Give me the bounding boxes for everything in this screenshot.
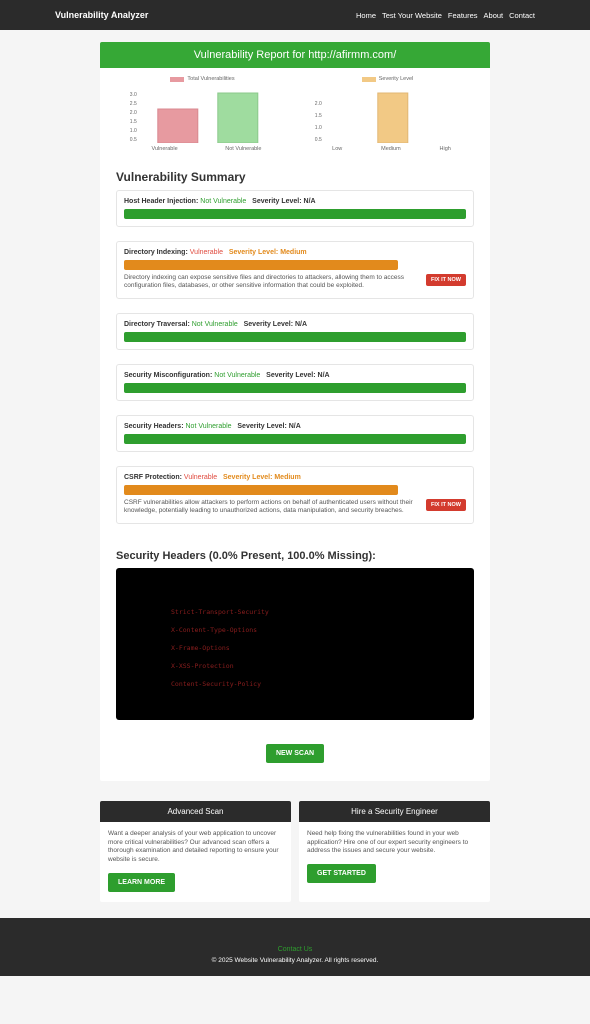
vuln-name: Directory Traversal: bbox=[124, 321, 190, 328]
vuln-sev: Severity Level: Medium bbox=[229, 249, 307, 256]
nav-test[interactable]: Test Your Website bbox=[382, 11, 442, 20]
severity-bar bbox=[124, 485, 398, 495]
vuln-name: CSRF Protection: bbox=[124, 474, 182, 481]
promo-hire-engineer: Hire a Security Engineer Need help fixin… bbox=[299, 801, 490, 902]
svg-text:0.5: 0.5 bbox=[315, 137, 322, 143]
svg-text:1.5: 1.5 bbox=[315, 113, 322, 119]
headers-terminal: Strict-Transport-Security X-Content-Type… bbox=[116, 568, 474, 720]
footer-copyright: © 2025 Website Vulnerability Analyzer. A… bbox=[0, 957, 590, 964]
vuln-sev: Severity Level: N/A bbox=[237, 423, 300, 430]
tick-med: Medium bbox=[381, 146, 401, 152]
vuln-status: Not Vulnerable bbox=[192, 321, 238, 328]
legend-label: Severity Level bbox=[379, 76, 414, 82]
vuln-sev: Severity Level: N/A bbox=[266, 372, 329, 379]
header-line: X-Frame-Options bbox=[171, 644, 419, 652]
vuln-card-directory-traversal: Directory Traversal: Not Vulnerable Seve… bbox=[116, 313, 474, 350]
severity-bar bbox=[124, 260, 398, 270]
footer: Contact Us © 2025 Website Vulnerability … bbox=[0, 918, 590, 976]
summary-title: Vulnerability Summary bbox=[116, 170, 474, 184]
nav-contact[interactable]: Contact bbox=[509, 11, 535, 20]
vuln-name: Security Headers: bbox=[124, 423, 184, 430]
svg-text:2.5: 2.5 bbox=[130, 101, 137, 107]
vuln-status: Vulnerable bbox=[184, 474, 217, 481]
headers-title: Security Headers (0.0% Present, 100.0% M… bbox=[116, 550, 474, 562]
nav-about[interactable]: About bbox=[484, 11, 504, 20]
svg-text:2.0: 2.0 bbox=[130, 110, 137, 116]
legend-label: Total Vulnerabilities bbox=[187, 76, 234, 82]
vuln-name: Host Header Injection: bbox=[124, 198, 198, 205]
tick-vuln: Vulnerable bbox=[152, 146, 178, 152]
learn-more-button[interactable]: LEARN MORE bbox=[108, 873, 175, 892]
legend-swatch bbox=[362, 77, 376, 82]
svg-text:0.5: 0.5 bbox=[130, 137, 137, 143]
tick-low: Low bbox=[332, 146, 342, 152]
header-line: X-XSS-Protection bbox=[171, 662, 419, 670]
tick-notvuln: Not Vulnerable bbox=[225, 146, 261, 152]
vuln-sev: Severity Level: N/A bbox=[252, 198, 315, 205]
nav-home[interactable]: Home bbox=[356, 11, 376, 20]
navbar: Vulnerability Analyzer Home Test Your We… bbox=[0, 0, 590, 30]
nav-features[interactable]: Features bbox=[448, 11, 478, 20]
vuln-status: Not Vulnerable bbox=[214, 372, 260, 379]
vuln-card-host-header: Host Header Injection: Not Vulnerable Se… bbox=[116, 190, 474, 227]
fix-it-button[interactable]: FIX IT NOW bbox=[426, 274, 466, 286]
vuln-name: Directory Indexing: bbox=[124, 249, 188, 256]
tick-high: High bbox=[440, 146, 451, 152]
report-title: Vulnerability Report for http://afirmm.c… bbox=[100, 42, 490, 68]
severity-bar bbox=[124, 332, 466, 342]
vuln-card-security-headers: Security Headers: Not Vulnerable Severit… bbox=[116, 415, 474, 452]
get-started-button[interactable]: GET STARTED bbox=[307, 864, 376, 883]
vuln-name: Security Misconfiguration: bbox=[124, 372, 212, 379]
chart-svg-2: 0.5 1.0 1.5 2.0 bbox=[299, 85, 477, 143]
promo-row: Advanced Scan Want a deeper analysis of … bbox=[100, 801, 490, 902]
promo-advanced-scan: Advanced Scan Want a deeper analysis of … bbox=[100, 801, 291, 902]
promo-title: Hire a Security Engineer bbox=[299, 801, 490, 822]
new-scan-row: NEW SCAN bbox=[100, 732, 490, 781]
vuln-sev: Severity Level: Medium bbox=[223, 474, 301, 481]
chart-severity: Severity Level 0.5 1.0 1.5 2.0 Low Mediu… bbox=[299, 76, 477, 152]
vuln-status: Not Vulnerable bbox=[200, 198, 246, 205]
severity-bar bbox=[124, 209, 466, 219]
vuln-sev: Severity Level: N/A bbox=[244, 321, 307, 328]
header-line: Strict-Transport-Security bbox=[171, 608, 419, 616]
svg-text:1.0: 1.0 bbox=[130, 128, 137, 134]
report-panel: Vulnerability Report for http://afirmm.c… bbox=[100, 42, 490, 781]
promo-body: Need help fixing the vulnerabilities fou… bbox=[307, 830, 482, 856]
svg-text:3.0: 3.0 bbox=[130, 92, 137, 98]
vuln-card-directory-indexing: Directory Indexing: Vulnerable Severity … bbox=[116, 241, 474, 299]
legend-swatch bbox=[170, 77, 184, 82]
svg-text:1.5: 1.5 bbox=[130, 119, 137, 125]
vuln-card-csrf: CSRF Protection: Vulnerable Severity Lev… bbox=[116, 466, 474, 524]
vuln-desc: Directory indexing can expose sensitive … bbox=[124, 274, 420, 291]
vuln-status: Not Vulnerable bbox=[186, 423, 232, 430]
chart-svg-1: 0.5 1.0 1.5 2.0 2.5 3.0 bbox=[114, 85, 292, 143]
vuln-desc: CSRF vulnerabilities allow attackers to … bbox=[124, 499, 420, 516]
fix-it-button[interactable]: FIX IT NOW bbox=[426, 499, 466, 511]
new-scan-button[interactable]: NEW SCAN bbox=[266, 744, 324, 763]
header-line: X-Content-Type-Options bbox=[171, 626, 419, 634]
chart-total-vulns: Total Vulnerabilities 0.5 1.0 1.5 2.0 2.… bbox=[114, 76, 292, 152]
vuln-status: Vulnerable bbox=[190, 249, 223, 256]
footer-contact[interactable]: Contact Us bbox=[0, 946, 590, 953]
severity-bar bbox=[124, 434, 466, 444]
brand[interactable]: Vulnerability Analyzer bbox=[55, 10, 148, 20]
promo-title: Advanced Scan bbox=[100, 801, 291, 822]
header-line: Content-Security-Policy bbox=[171, 680, 419, 688]
severity-bar bbox=[124, 383, 466, 393]
charts-row: Total Vulnerabilities 0.5 1.0 1.5 2.0 2.… bbox=[100, 68, 490, 160]
nav-links: Home Test Your Website Features About Co… bbox=[356, 11, 535, 20]
vuln-card-security-misconfig: Security Misconfiguration: Not Vulnerabl… bbox=[116, 364, 474, 401]
promo-body: Want a deeper analysis of your web appli… bbox=[108, 830, 283, 865]
summary-section: Vulnerability Summary Host Header Inject… bbox=[100, 160, 490, 544]
svg-text:2.0: 2.0 bbox=[315, 101, 322, 107]
svg-text:1.0: 1.0 bbox=[315, 125, 322, 131]
